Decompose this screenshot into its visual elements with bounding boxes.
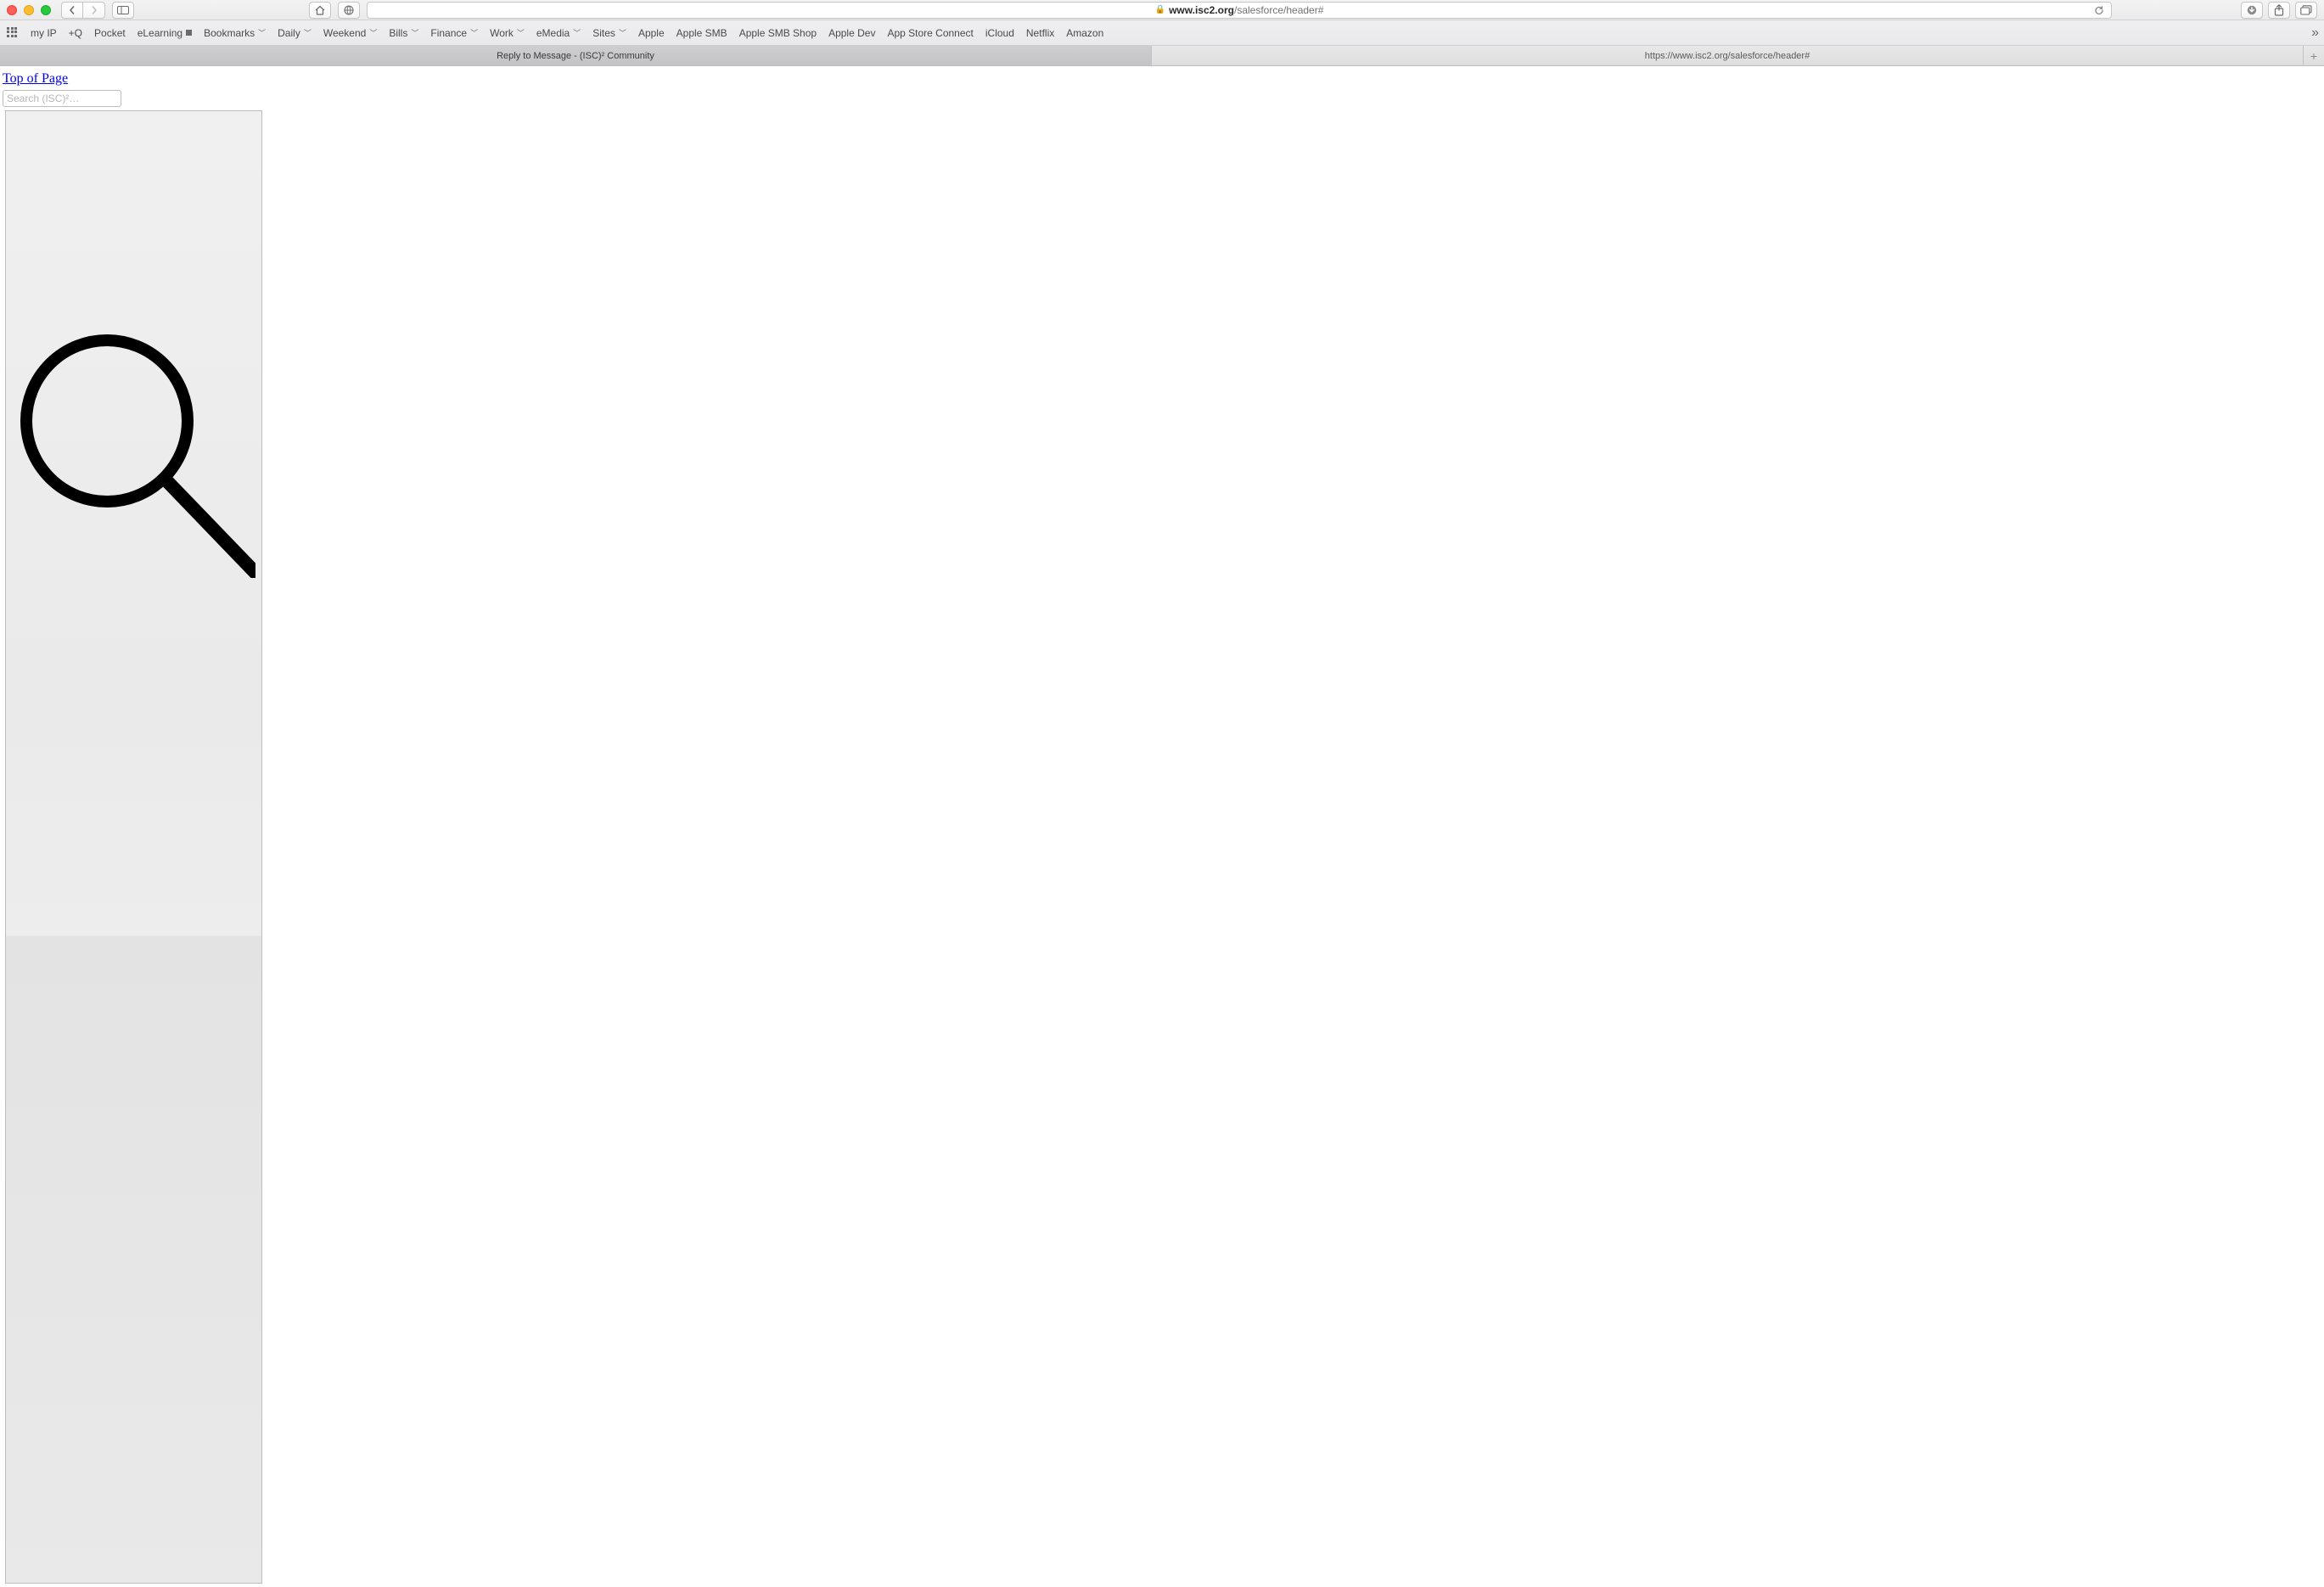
chevron-down-icon: ﹀ [573,27,581,38]
reload-button[interactable] [2094,5,2104,15]
page-content: Top of Page [0,66,2324,1587]
address-host: www.isc2.org [1169,4,1234,16]
fav-item-netflix[interactable]: Netflix [1026,27,1054,39]
website-settings-button[interactable] [338,2,360,19]
chevron-down-icon: ﹀ [411,27,418,38]
top-of-page-link[interactable]: Top of Page [3,71,68,87]
fav-item-elearning[interactable]: eLearning [138,27,192,39]
sidebar-button[interactable] [112,2,134,19]
chevron-down-icon: ﹀ [517,27,525,38]
tab-title: Reply to Message - (ISC)² Community [497,51,654,61]
fav-item-daily[interactable]: Daily﹀ [278,27,312,39]
tab-0[interactable]: Reply to Message - (ISC)² Community [0,46,1152,65]
fav-item-plus-q[interactable]: +Q [69,27,82,39]
fav-item-my-ip[interactable]: my IP [31,27,57,39]
address-bar[interactable]: 🔒 www.isc2.org /salesforce/header# [367,2,2112,19]
fav-item-pocket[interactable]: Pocket [94,27,126,39]
zoom-window-button[interactable] [41,5,51,15]
tabs-icon [2300,5,2312,15]
fav-item-amazon[interactable]: Amazon [1066,27,1103,39]
tab-title: https://www.isc2.org/salesforce/header# [1645,51,1810,61]
share-icon [2274,4,2284,16]
downloads-button[interactable] [2241,2,2263,19]
toolbar-right [2241,2,2317,19]
reload-icon [2094,5,2104,15]
download-icon [2247,5,2257,15]
lock-icon: 🔒 [1155,5,1165,14]
favorites-bar: my IP +Q Pocket eLearning Bookmarks﹀ Dai… [0,20,2324,46]
chevron-down-icon: ﹀ [304,27,312,38]
fav-item-emedia[interactable]: eMedia﹀ [536,27,581,39]
sidebar-icon [117,6,129,14]
home-button[interactable] [309,2,331,19]
minimize-window-button[interactable] [24,5,34,15]
tab-1[interactable]: https://www.isc2.org/salesforce/header# [1152,46,2304,65]
window-controls [7,5,51,15]
fav-item-apple-smb-shop[interactable]: Apple SMB Shop [739,27,817,39]
home-icon [314,5,326,15]
fav-item-apple-dev[interactable]: Apple Dev [828,27,875,39]
favorites-overflow-button[interactable]: » [2311,25,2317,41]
fav-item-sites[interactable]: Sites﹀ [592,27,626,39]
fav-item-apple[interactable]: Apple [638,27,665,39]
chevron-down-icon: ﹀ [258,27,266,38]
fav-item-weekend[interactable]: Weekend﹀ [323,27,378,39]
chevron-left-icon [68,6,76,14]
favorites-grid-button[interactable] [7,27,19,39]
tabs-overview-button[interactable] [2295,2,2317,19]
fav-item-bookmarks[interactable]: Bookmarks﹀ [204,27,266,39]
square-icon [186,30,192,36]
grid-icon [7,27,19,39]
fav-item-work[interactable]: Work﹀ [490,27,525,39]
fav-item-apple-smb[interactable]: Apple SMB [676,27,727,39]
back-button[interactable] [61,2,83,19]
chevron-down-icon: ﹀ [470,27,478,38]
site-search-input[interactable] [3,90,121,107]
share-button[interactable] [2268,2,2290,19]
close-window-button[interactable] [7,5,17,15]
address-path: /salesforce/header# [1234,4,1323,16]
chevron-down-icon: ﹀ [369,27,377,38]
new-tab-button[interactable]: + [2304,46,2324,65]
chevron-right-icon [90,6,98,14]
browser-toolbar: 🔒 www.isc2.org /salesforce/header# [0,0,2324,20]
globe-icon [344,5,354,15]
fav-item-app-store-connect[interactable]: App Store Connect [887,27,973,39]
fav-item-finance[interactable]: Finance﹀ [430,27,478,39]
fav-item-bills[interactable]: Bills﹀ [389,27,418,39]
search-icon [9,332,255,578]
forward-button[interactable] [83,2,105,19]
fav-item-icloud[interactable]: iCloud [985,27,1014,39]
chevron-down-icon: ﹀ [619,27,626,38]
nav-buttons [61,2,105,19]
tab-strip: Reply to Message - (ISC)² Community http… [0,46,2324,66]
address-bar-wrap: 🔒 www.isc2.org /salesforce/header# [367,2,2112,19]
broken-image-placeholder [5,110,262,1584]
